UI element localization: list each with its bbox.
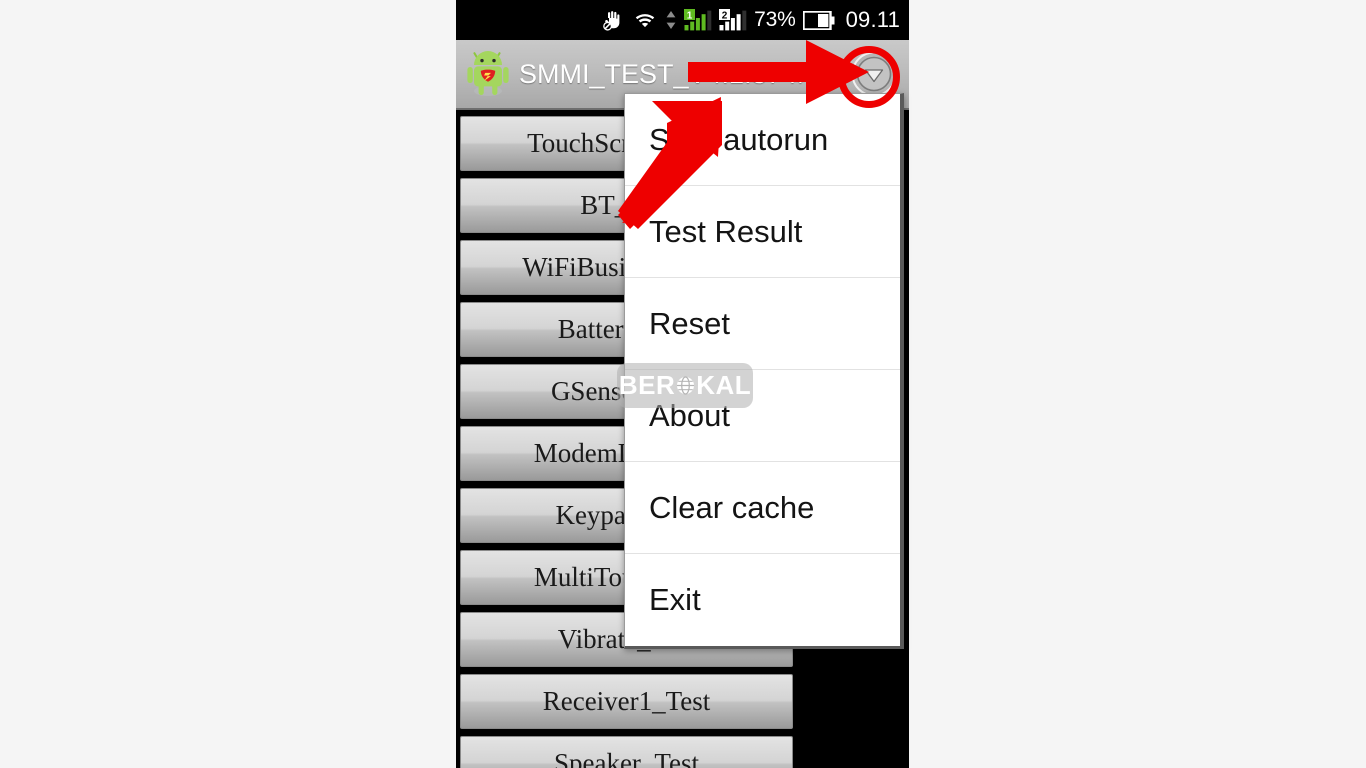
watermark-suffix: KAL xyxy=(696,370,752,400)
status-bar: 1 2 73% 09.11 xyxy=(456,0,909,40)
menu-item-exit[interactable]: Exit xyxy=(625,554,900,646)
menu-item-start-autorun[interactable]: Start autorun xyxy=(625,94,900,186)
android-superhero-icon xyxy=(467,51,509,96)
app-title: SMMI_TEST_V4.1.37 M xyxy=(519,58,812,89)
chevron-down-icon[interactable] xyxy=(851,51,897,97)
menu-item-clear-cache[interactable]: Clear cache xyxy=(625,462,900,554)
menu-item-reset[interactable]: Reset xyxy=(625,278,900,370)
battery-percent-label: 73% xyxy=(754,8,796,31)
data-transfer-icon xyxy=(665,9,677,31)
test-button-receiver1[interactable]: Receiver1_Test xyxy=(460,674,793,729)
hand-mute-icon xyxy=(601,8,625,32)
svg-text:2: 2 xyxy=(722,10,728,21)
test-button-speaker[interactable]: Speaker_Test xyxy=(460,736,793,768)
globe-icon xyxy=(677,376,695,395)
wifi-icon xyxy=(632,9,659,31)
watermark: BER KAL xyxy=(617,363,753,408)
battery-icon xyxy=(802,10,835,30)
sim1-signal-icon: 1 xyxy=(684,9,712,31)
screenshot-stage: 1 2 73% 09.11 SMMI_TEST_V4.1.37 M Receiv… xyxy=(0,0,1366,768)
svg-text:1: 1 xyxy=(687,10,693,21)
status-bar-clock: 09.11 xyxy=(845,7,900,32)
menu-item-test-result[interactable]: Test Result xyxy=(625,186,900,278)
watermark-prefix: BER xyxy=(618,370,676,400)
sim2-signal-icon: 2 xyxy=(719,9,747,31)
